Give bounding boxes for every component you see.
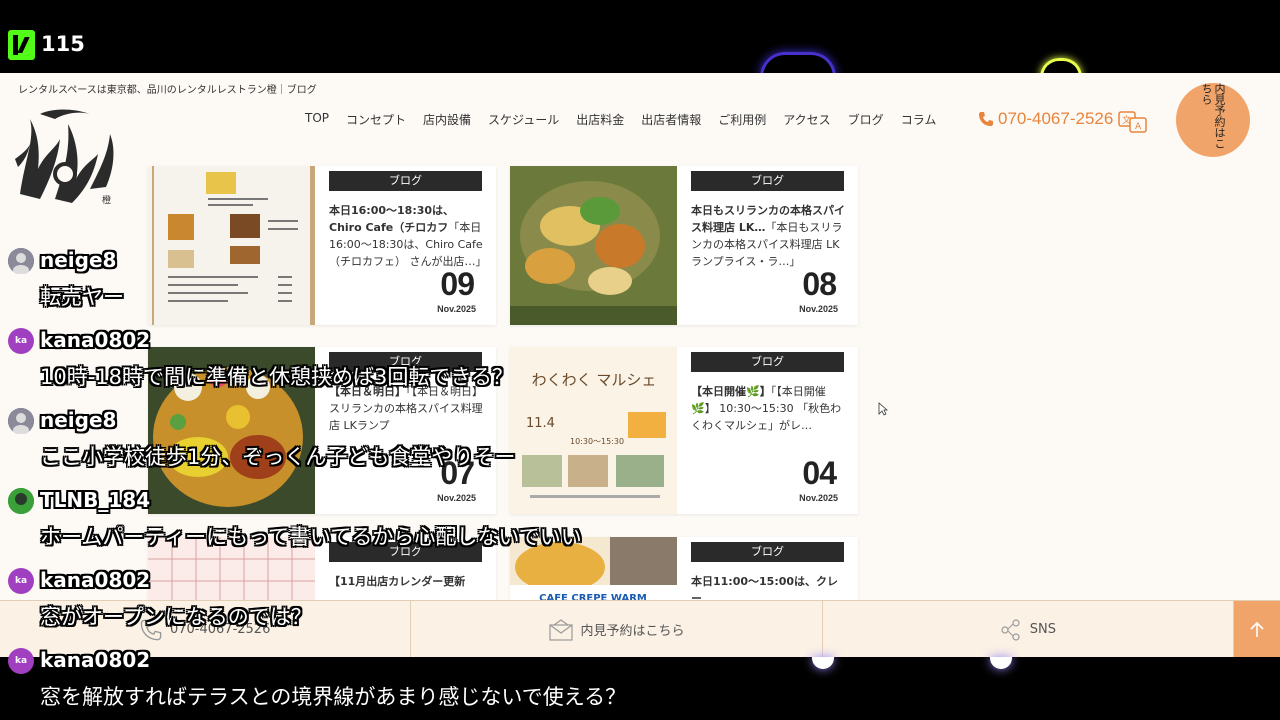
reserve-visit-label: 内見予約はこちら — [1200, 83, 1226, 149]
marche-date-text: 11.4 — [526, 416, 555, 431]
spice-plate-image — [148, 347, 315, 514]
kick-logo-icon — [8, 30, 35, 60]
sns-button[interactable]: SNS — [823, 601, 1235, 657]
marche-time-text: 10:30〜15:30 — [570, 437, 624, 446]
card-title: 【本日＆明日】 — [329, 385, 406, 398]
svg-text:A: A — [1135, 122, 1142, 132]
site-tagline: レンタルスペースは東京都、品川のレンタルレストラン橙｜ブログ — [18, 85, 317, 96]
card-month: Nov.2025 — [437, 304, 476, 314]
menu-flyer-image — [148, 166, 315, 325]
svg-text:橙: 橙 — [102, 194, 111, 206]
category-tag[interactable]: ブログ — [329, 352, 482, 372]
viewer-count: 115 — [41, 32, 85, 56]
card-title: 【11月出店カレンダー更新 — [329, 575, 466, 588]
blog-card[interactable]: わくわく マルシェ 11.4 10:30〜15:30 ブログ 【本日開催🌿】「【… — [510, 347, 858, 514]
share-icon — [1001, 618, 1020, 641]
category-tag[interactable]: ブログ — [329, 171, 482, 191]
category-tag[interactable]: ブログ — [691, 542, 844, 562]
nav-item-examples[interactable]: ご利用例 — [718, 111, 766, 128]
nav-item-concept[interactable]: コンセプト — [346, 111, 406, 128]
dai-logo-icon[interactable]: 橙 — [10, 99, 125, 209]
card-day: 04 — [802, 455, 837, 491]
curry-plate-image — [510, 166, 677, 325]
category-tag[interactable]: ブログ — [691, 352, 844, 372]
nav-item-blog[interactable]: ブログ — [848, 111, 884, 128]
card-day: 08 — [802, 266, 837, 302]
card-month: Nov.2025 — [437, 493, 476, 503]
scroll-to-top-button[interactable] — [1234, 601, 1280, 657]
chat-message: 窓を解放すればテラスとの境界線があまり感じないで使える？ — [40, 685, 627, 709]
bottom-action-bar: 070-4067-2526 内見予約はこちら SNS — [0, 600, 1280, 657]
blog-card[interactable]: ブログ 本日16:00〜18:30は、Chiro Cafe（チロカフ「本日16:… — [148, 166, 496, 325]
card-month: Nov.2025 — [799, 493, 838, 503]
card-title: 【本日開催🌿】 — [691, 385, 771, 398]
blog-card[interactable]: ブログ 本日もスリランカの本格スパイス料理店 LK…「本日もスリランカの本格スパ… — [510, 166, 858, 325]
card-title: 本日16:00〜18:30は、Chiro Cafe（チロカフ — [329, 204, 455, 234]
call-button-label: 070-4067-2526 — [169, 622, 271, 637]
neon-sign-decoration — [990, 657, 1012, 669]
neon-sign-decoration — [812, 657, 834, 669]
marche-title-text: わくわく マルシェ — [532, 371, 657, 389]
call-button[interactable]: 070-4067-2526 — [0, 601, 412, 657]
nav-item-top[interactable]: TOP — [305, 111, 329, 128]
header-phone-link[interactable]: 070-4067-2526 — [978, 109, 1113, 129]
nav-item-schedule[interactable]: スケジュール — [488, 111, 559, 128]
website-panel: レンタルスペースは東京都、品川のレンタルレストラン橙｜ブログ 橙 TOP コンセ… — [0, 73, 1280, 657]
phone-icon — [140, 619, 162, 640]
mouse-cursor-icon — [878, 402, 888, 416]
nav-item-fees[interactable]: 出店料金 — [576, 111, 624, 128]
card-day: 09 — [440, 266, 475, 302]
nav-item-equipment[interactable]: 店内設備 — [423, 111, 471, 128]
card-day: 07 — [440, 455, 475, 491]
main-nav: TOP コンセプト 店内設備 スケジュール 出店料金 出店者情報 ご利用例 アク… — [305, 111, 953, 128]
reserve-visit-bar-label: 内見予約はこちら — [580, 624, 685, 639]
nav-item-column[interactable]: コラム — [901, 111, 937, 128]
card-month: Nov.2025 — [799, 304, 838, 314]
phone-icon — [979, 112, 993, 126]
reserve-visit-button[interactable]: 内見予約はこちら — [1176, 83, 1250, 157]
stream-top-bar: 115 — [0, 0, 1280, 77]
marche-flyer-image: わくわく マルシェ 11.4 10:30〜15:30 — [510, 347, 677, 514]
sns-button-label: SNS — [1029, 622, 1057, 637]
category-tag[interactable]: ブログ — [329, 542, 482, 562]
header-phone-number: 070-4067-2526 — [998, 109, 1114, 128]
svg-text:文: 文 — [1122, 114, 1131, 126]
arrow-up-icon — [1250, 621, 1264, 637]
blog-card[interactable]: ブログ 【本日＆明日】「【本日＆明日】 スリランカの本格スパイス料理店 LKラン… — [148, 347, 496, 514]
category-tag[interactable]: ブログ — [691, 171, 844, 191]
nav-item-vendors[interactable]: 出店者情報 — [641, 111, 701, 128]
translate-icon[interactable]: 文 A — [1118, 110, 1148, 134]
nav-item-access[interactable]: アクセス — [783, 111, 830, 128]
reserve-visit-bar-button[interactable]: 内見予約はこちら — [411, 601, 823, 657]
mail-icon — [548, 618, 573, 641]
